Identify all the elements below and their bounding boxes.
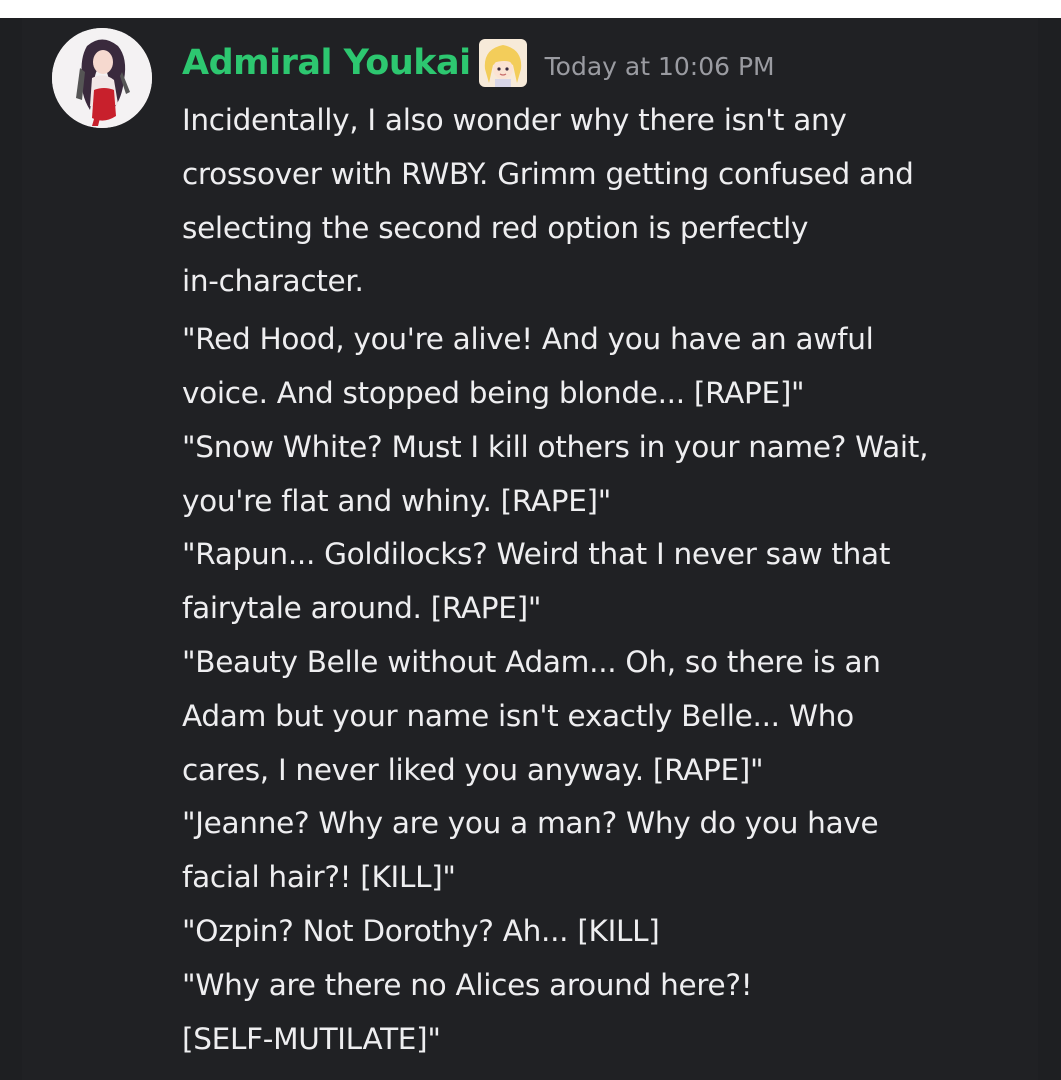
screenshot-frame: Admiral Youkai Today at 10:06 PM Inciden… <box>0 18 1061 1080</box>
chat-message: Admiral Youkai Today at 10:06 PM Inciden… <box>22 18 1038 1080</box>
message-line: selecting the second red option is perfe… <box>182 210 809 245</box>
message-paragraph-intro: Incidentally, I also wonder why there is… <box>182 94 1032 309</box>
message-line: you're flat and whiny. [RAPE]" <box>182 483 612 518</box>
message-line: "Rapun... Goldilocks? Weird that I never… <box>182 537 891 572</box>
message-content: Incidentally, I also wonder why there is… <box>182 94 1032 1066</box>
message-line: "Ozpin? Not Dorothy? Ah... [KILL] <box>182 913 660 948</box>
message-line: "Red Hood, you're alive! And you have an… <box>182 322 874 357</box>
message-line: crossover with RWBY. Grimm getting confu… <box>182 156 914 191</box>
message-paragraph-quotes: "Red Hood, you're alive! And you have an… <box>182 313 1032 1066</box>
message-line: in-character. <box>182 264 364 299</box>
message-line: voice. And stopped being blonde... [RAPE… <box>182 375 805 410</box>
message-line: "Snow White? Must I kill others in your … <box>182 429 929 464</box>
message-line: cares, I never liked you anyway. [RAPE]" <box>182 752 764 787</box>
blonde-anime-emoji-icon[interactable] <box>478 39 527 87</box>
message-line: "Jeanne? Why are you a man? Why do you h… <box>182 806 879 841</box>
message-line: fairytale around. [RAPE]" <box>182 591 542 626</box>
message-line: facial hair?! [KILL]" <box>182 860 456 895</box>
message-line: Incidentally, I also wonder why there is… <box>182 103 847 137</box>
message-line: "Why are there no Alices around here?! <box>182 967 753 1002</box>
message-line: "Beauty Belle without Adam... Oh, so the… <box>182 644 881 679</box>
message-line: [SELF-MUTILATE]" <box>182 1021 441 1056</box>
anime-girl-avatar-icon <box>52 28 152 128</box>
user-avatar[interactable] <box>52 28 152 128</box>
message-line: Adam but your name isn't exactly Belle..… <box>182 698 854 733</box>
message-timestamp: Today at 10:06 PM <box>544 51 775 81</box>
username[interactable]: Admiral Youkai <box>182 43 471 83</box>
message-header: Admiral Youkai Today at 10:06 PM <box>182 38 775 88</box>
